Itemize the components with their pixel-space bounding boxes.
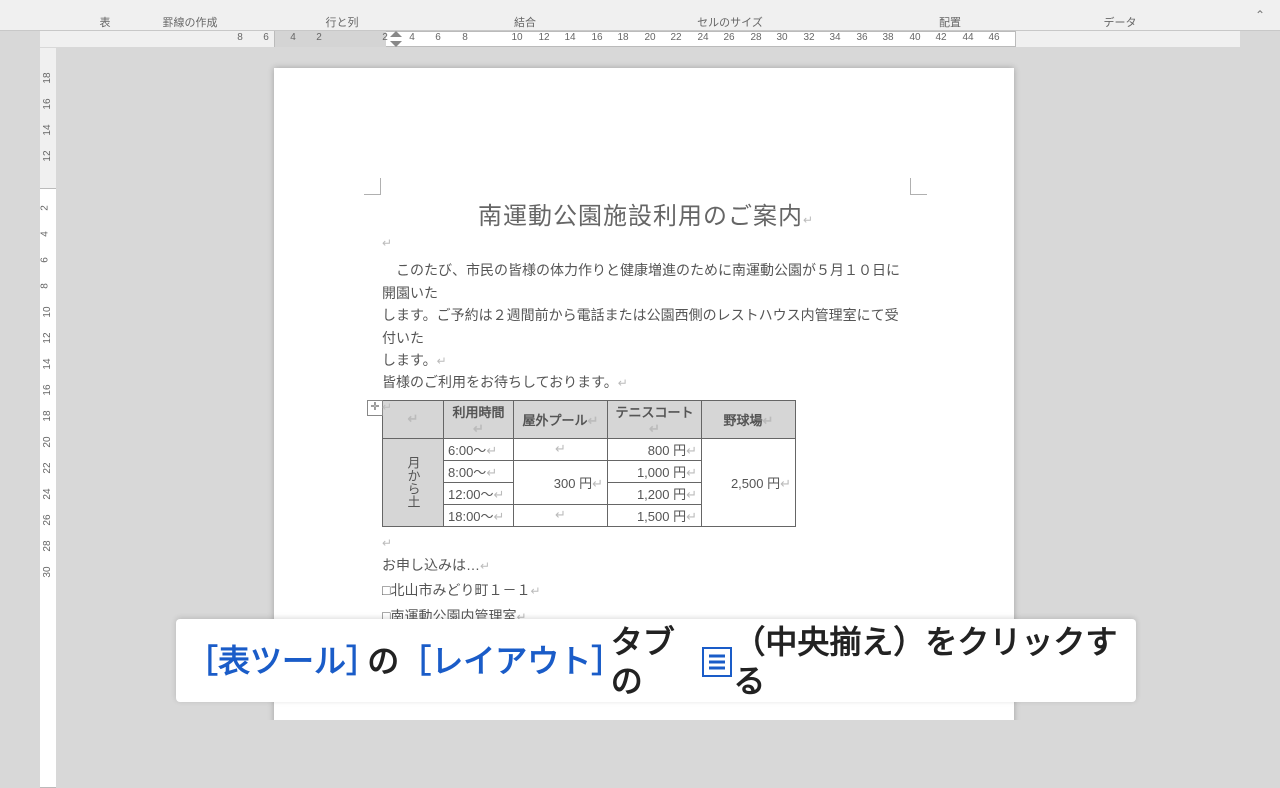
vertical-ruler[interactable]: 1816141224681012141618202224262830: [40, 48, 57, 720]
table-move-handle[interactable]: ✛: [367, 400, 383, 416]
ribbon-group-borders[interactable]: 罫線の作成: [140, 14, 240, 30]
horizontal-ruler[interactable]: 8642246810121416182022242628303234363840…: [40, 31, 1240, 47]
collapse-ribbon-button[interactable]: ⌃: [1240, 0, 1280, 31]
ribbon: 表 罫線の作成 行と列 結合 セルのサイズ 配置 データ: [0, 0, 1240, 31]
ribbon-group-align[interactable]: 配置: [900, 14, 1000, 30]
ribbon-group-cellsize[interactable]: セルのサイズ: [680, 14, 780, 30]
align-center-icon: [701, 646, 733, 678]
instruction-caption: ［表ツール］ の ［レイアウト］ タブの （中央揃え）をクリックする: [176, 619, 1136, 702]
doc-title: 南運動公園施設利用のご案内↵: [382, 196, 910, 231]
price-table[interactable]: ↵ 利用時間↵ 屋外プール↵ テニスコート↵ 野球場↵ 月から土 6:00～↵ …: [382, 400, 796, 527]
ribbon-group-rowscols[interactable]: 行と列: [292, 14, 392, 30]
ribbon-group-data[interactable]: データ: [1070, 14, 1170, 30]
document-body: 南運動公園施設利用のご案内↵ ↵ このたび、市民の皆様の体力作りと健康増進のため…: [382, 196, 910, 654]
ribbon-group-merge[interactable]: 結合: [475, 14, 575, 30]
